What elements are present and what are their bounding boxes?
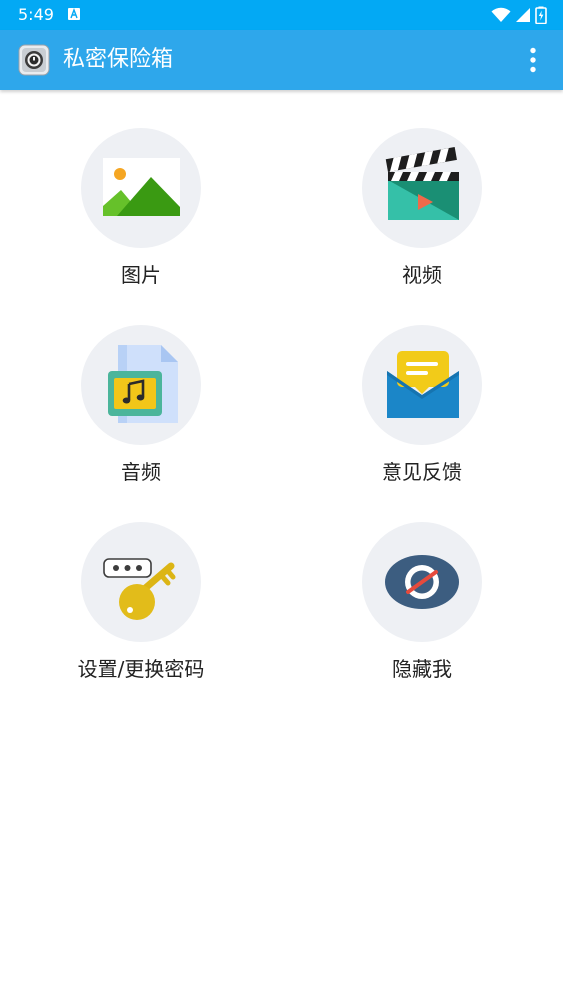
grid-item-label: 视频 <box>402 263 442 287</box>
icon-circle <box>81 128 201 248</box>
overflow-menu-button[interactable] <box>517 44 549 76</box>
icon-circle <box>362 128 482 248</box>
grid-item-images[interactable]: 图片 <box>31 128 251 303</box>
cell-signal-icon <box>516 8 530 22</box>
grid-item-label: 意见反馈 <box>382 460 462 484</box>
status-time: 5:49 <box>18 5 54 24</box>
grid-item-hide-me[interactable]: 隐藏我 <box>312 522 532 697</box>
icon-circle <box>362 522 482 642</box>
app-bar: 私密保险箱 <box>0 30 563 90</box>
feedback-envelope-icon <box>387 351 459 418</box>
battery-icon <box>535 6 547 24</box>
image-icon <box>103 158 180 216</box>
status-bar: 5:49 <box>0 0 563 30</box>
hide-eye-icon <box>385 555 459 609</box>
grid-item-feedback[interactable]: 意见反馈 <box>312 325 532 500</box>
grid-item-password-settings[interactable]: 设置/更换密码 <box>31 522 251 697</box>
grid-item-label: 音频 <box>121 460 161 484</box>
grid-item-label: 隐藏我 <box>392 657 452 681</box>
status-icons <box>491 6 547 24</box>
video-clapperboard-icon <box>385 147 459 220</box>
grid-item-label: 图片 <box>121 263 161 287</box>
icon-circle <box>362 325 482 445</box>
app-title: 私密保险箱 <box>63 47 174 72</box>
grid-item-audio[interactable]: 音频 <box>31 325 251 500</box>
safe-logo-icon <box>18 44 50 76</box>
more-vert-icon <box>530 47 536 73</box>
audio-file-icon <box>108 345 178 423</box>
grid-item-videos[interactable]: 视频 <box>312 128 532 303</box>
notification-a-icon <box>68 8 80 20</box>
wifi-icon <box>491 7 511 22</box>
icon-circle <box>81 522 201 642</box>
grid-item-label: 设置/更换密码 <box>77 657 205 681</box>
password-key-icon <box>103 558 176 620</box>
icon-circle <box>81 325 201 445</box>
